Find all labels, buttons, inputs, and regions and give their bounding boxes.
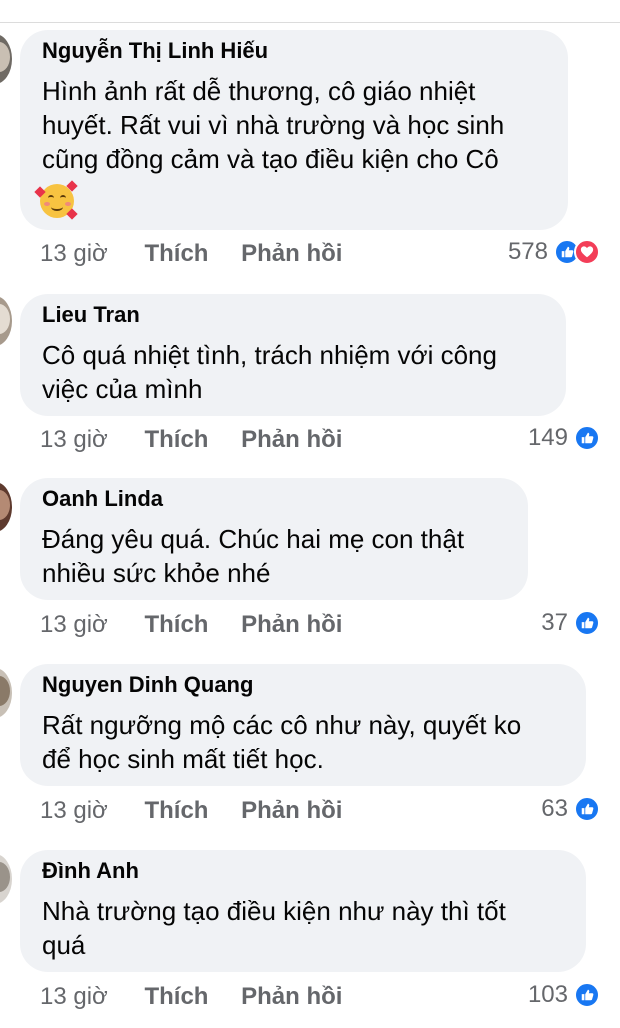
- comment-author[interactable]: Nguyễn Thị Linh Hiếu: [42, 38, 268, 64]
- like-icon: [574, 796, 600, 822]
- avatar[interactable]: [0, 296, 12, 346]
- reply-button[interactable]: Phản hồi: [241, 797, 342, 825]
- reply-button[interactable]: Phản hồi: [241, 240, 342, 268]
- comment-actions: 13 giờ Thích Phản hồi: [40, 240, 342, 268]
- comment-text: Rất ngưỡng mộ các cô như này, quyết ko đ…: [42, 710, 522, 774]
- smiling-face-with-hearts-icon: [34, 180, 78, 220]
- avatar[interactable]: [0, 668, 12, 718]
- comment-text: Đáng yêu quá. Chúc hai mẹ con thật nhiều…: [42, 524, 465, 588]
- comment-bubble: Nguyễn Thị Linh Hiếu Hình ảnh rất dễ thư…: [20, 30, 568, 230]
- avatar[interactable]: [0, 482, 12, 532]
- comment-actions: 13 giờ Thích Phản hồi: [40, 611, 342, 639]
- comment-author[interactable]: Nguyen Dinh Quang: [42, 672, 253, 698]
- comment-text: Nhà trường tạo điều kiện như này thì tốt…: [42, 896, 506, 960]
- reaction-summary[interactable]: 103: [528, 981, 600, 1009]
- avatar[interactable]: [0, 34, 12, 84]
- comment-bubble: Oanh Linda Đáng yêu quá. Chúc hai mẹ con…: [20, 478, 528, 600]
- like-icon: [574, 982, 600, 1008]
- reaction-count: 149: [527, 424, 568, 451]
- comment-time[interactable]: 13 giờ: [40, 611, 108, 639]
- reaction-count: 63: [541, 795, 568, 822]
- comment-author[interactable]: Đình Anh: [42, 858, 139, 884]
- comment-time[interactable]: 13 giờ: [40, 983, 108, 1011]
- like-button[interactable]: Thích: [144, 611, 208, 639]
- reaction-count: 578: [507, 238, 548, 265]
- comment-bubble: Lieu Tran Cô quá nhiệt tình, trách nhiệm…: [20, 294, 566, 416]
- reaction-summary[interactable]: 63: [541, 795, 600, 823]
- comment-time[interactable]: 13 giờ: [40, 240, 108, 268]
- reaction-count: 37: [541, 609, 568, 636]
- comment-author[interactable]: Oanh Linda: [42, 486, 163, 512]
- comment-text: Cô quá nhiệt tình, trách nhiệm với công …: [42, 340, 497, 404]
- comment-thread: Nguyễn Thị Linh Hiếu Hình ảnh rất dễ thư…: [0, 0, 620, 1028]
- reaction-summary[interactable]: 578: [508, 238, 600, 266]
- comment-actions: 13 giờ Thích Phản hồi: [40, 797, 342, 825]
- comment-actions: 13 giờ Thích Phản hồi: [40, 983, 342, 1011]
- comment-time[interactable]: 13 giờ: [40, 797, 108, 825]
- comment-author[interactable]: Lieu Tran: [42, 302, 140, 328]
- like-button[interactable]: Thích: [144, 240, 208, 268]
- like-icon: [574, 610, 600, 636]
- like-button[interactable]: Thích: [144, 797, 208, 825]
- avatar[interactable]: [0, 854, 12, 904]
- love-icon: [574, 239, 600, 265]
- like-button[interactable]: Thích: [144, 983, 208, 1011]
- reply-button[interactable]: Phản hồi: [241, 983, 342, 1011]
- comment-bubble: Nguyen Dinh Quang Rất ngưỡng mộ các cô n…: [20, 664, 586, 786]
- comment-actions: 13 giờ Thích Phản hồi: [40, 426, 342, 454]
- comment-bubble: Đình Anh Nhà trường tạo điều kiện như nà…: [20, 850, 586, 972]
- comment-time[interactable]: 13 giờ: [40, 426, 108, 454]
- like-button[interactable]: Thích: [144, 426, 208, 454]
- reply-button[interactable]: Phản hồi: [241, 426, 342, 454]
- reaction-summary[interactable]: 37: [541, 609, 600, 637]
- top-divider: [0, 0, 620, 23]
- comment-text: Hình ảnh rất dễ thương, cô giáo nhiệt hu…: [42, 76, 505, 174]
- reaction-count: 103: [527, 981, 568, 1008]
- reaction-summary[interactable]: 149: [528, 424, 600, 452]
- like-icon: [574, 425, 600, 451]
- reply-button[interactable]: Phản hồi: [241, 611, 342, 639]
